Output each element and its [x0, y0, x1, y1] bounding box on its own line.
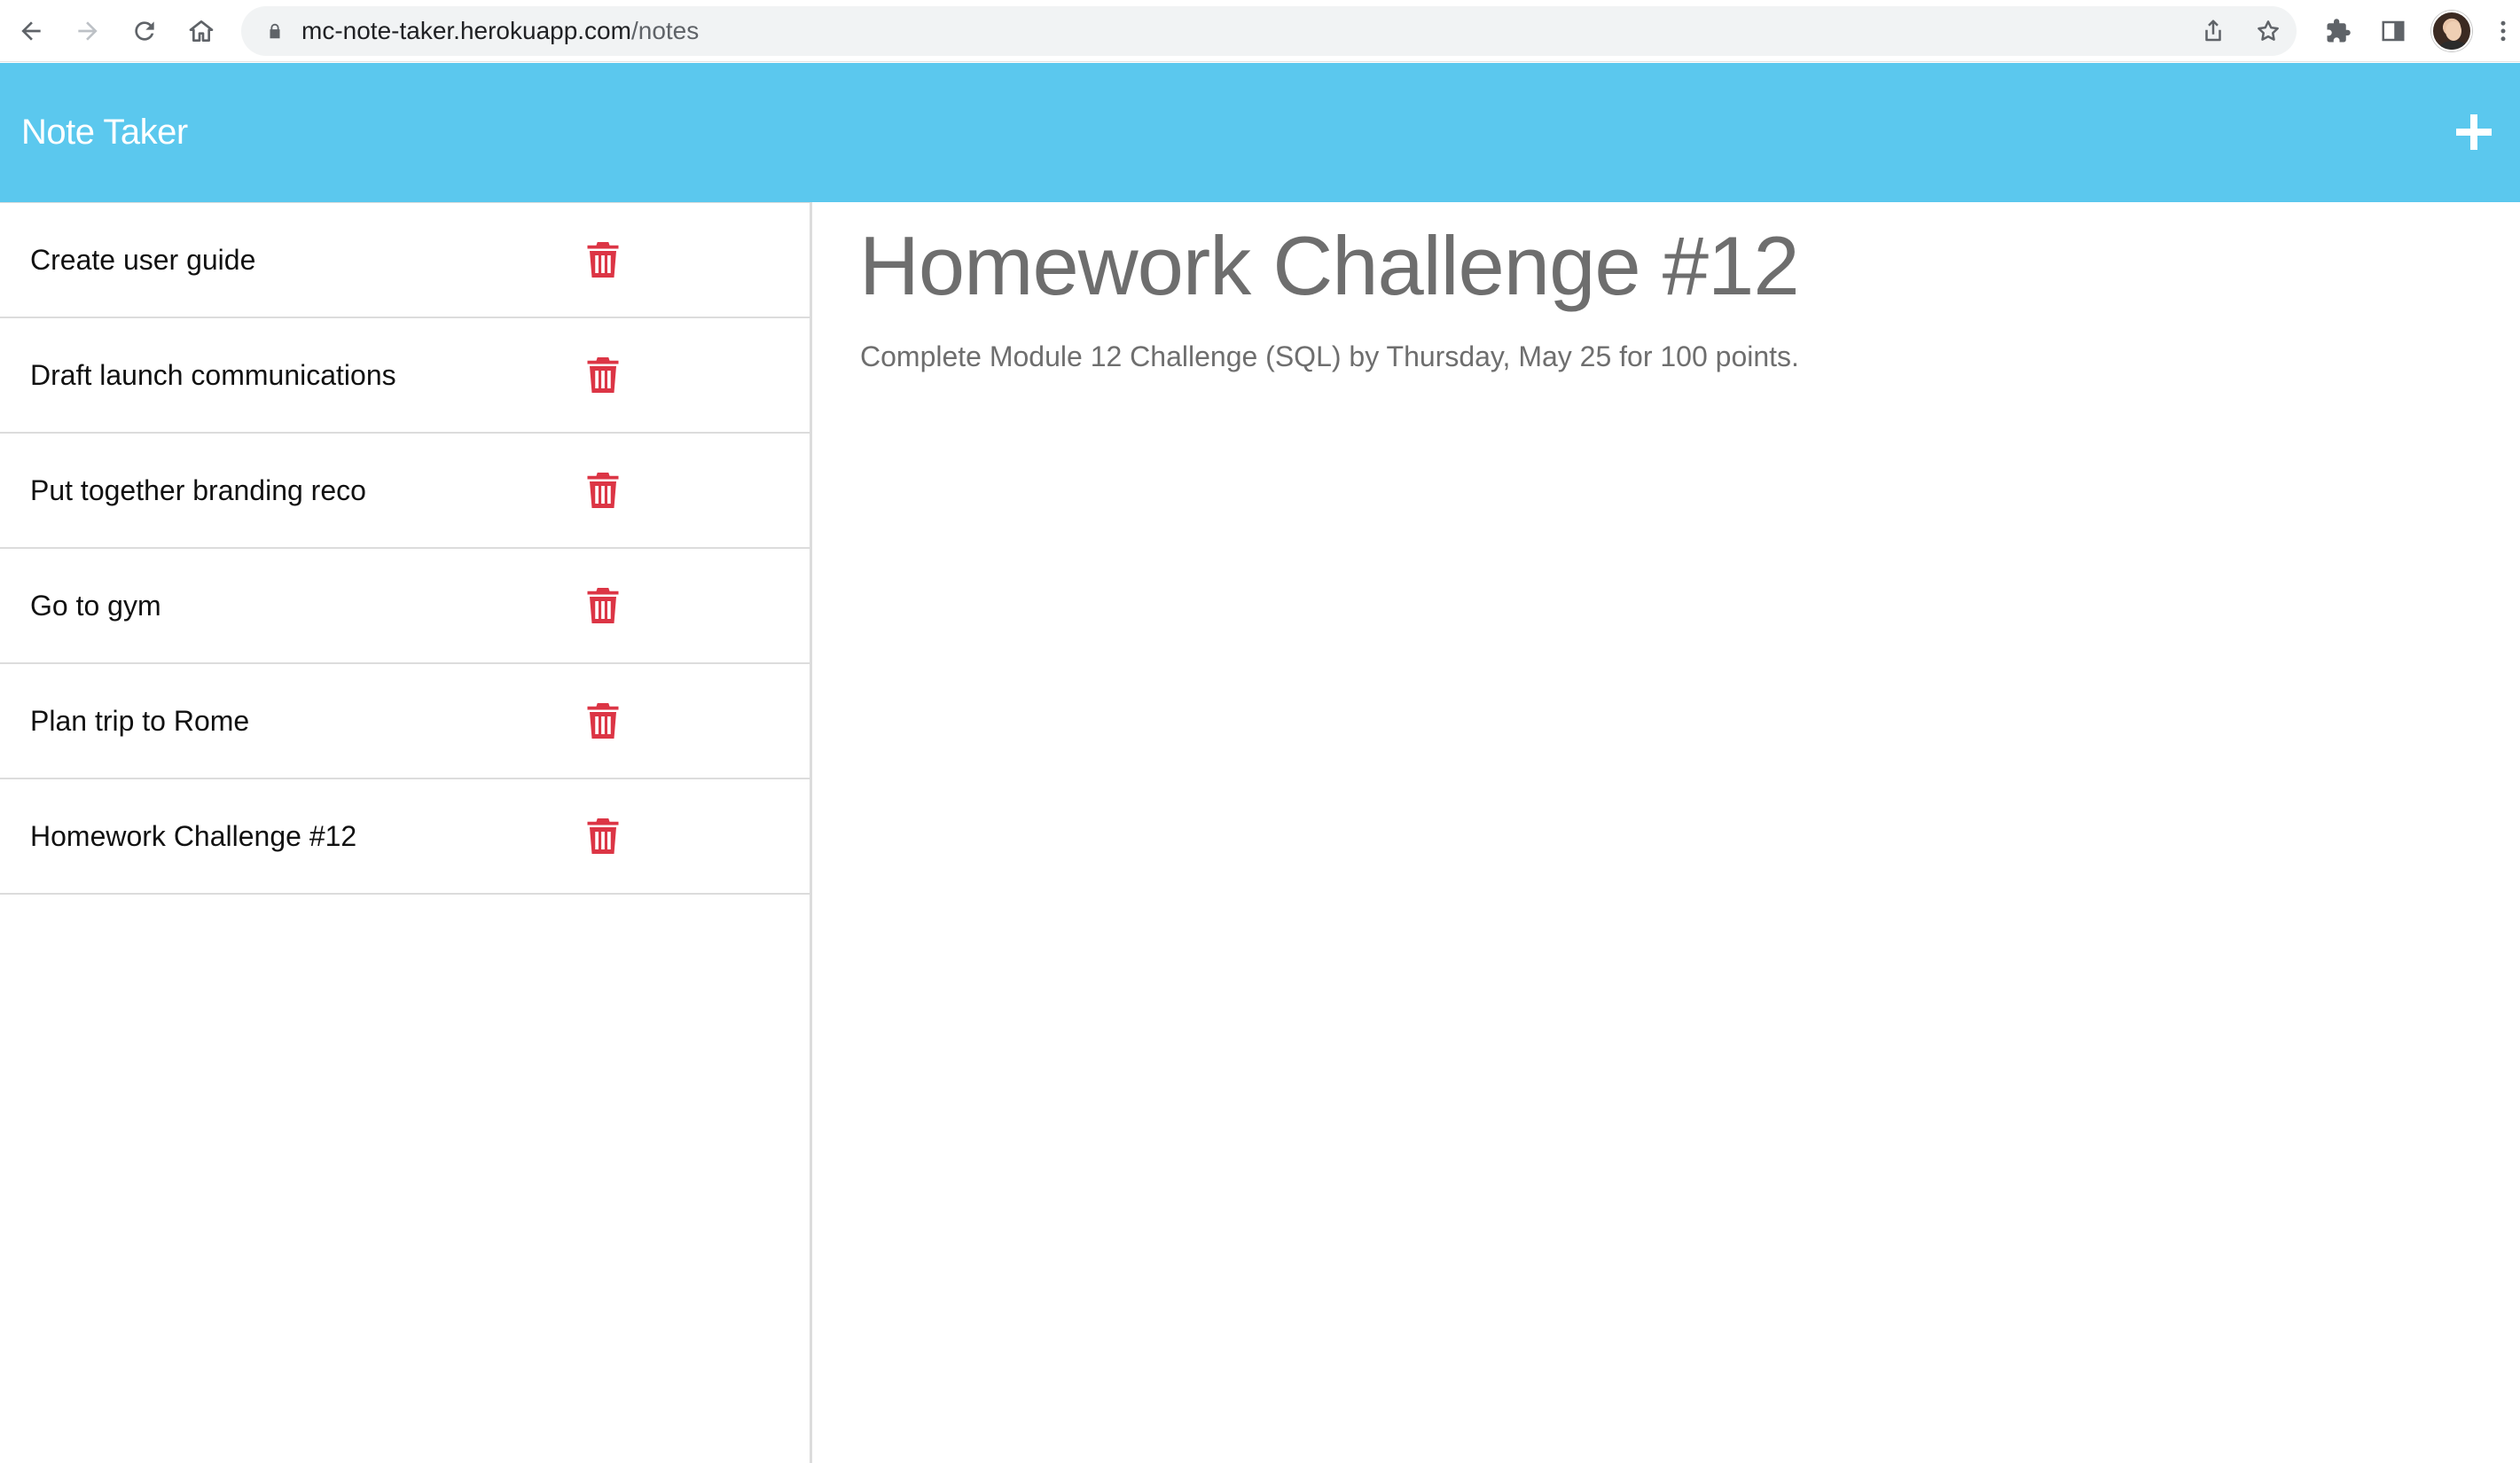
back-arrow-icon[interactable] — [12, 12, 50, 50]
trash-icon[interactable] — [587, 703, 619, 739]
lock-icon[interactable] — [262, 19, 287, 43]
note-list-item[interactable]: Put together branding reco — [0, 434, 810, 549]
plus-icon[interactable] — [2449, 107, 2499, 157]
note-title[interactable]: Put together branding reco — [30, 434, 366, 547]
url-host: mc-note-taker.herokuapp.com — [301, 17, 631, 44]
profile-avatar[interactable] — [2431, 11, 2472, 51]
note-title[interactable]: Go to gym — [30, 549, 161, 662]
reload-icon[interactable] — [126, 12, 163, 50]
trash-icon[interactable] — [587, 473, 619, 508]
note-list-item[interactable]: Create user guide — [0, 203, 810, 318]
trash-icon[interactable] — [587, 357, 619, 393]
url-text[interactable]: mc-note-taker.herokuapp.com/notes — [301, 6, 699, 56]
address-bar[interactable]: mc-note-taker.herokuapp.com/notes — [241, 6, 2297, 56]
note-list-item[interactable]: Draft launch communications — [0, 318, 810, 434]
note-view: Homework Challenge #12 Complete Module 1… — [815, 202, 2520, 1463]
note-title-field[interactable]: Homework Challenge #12 — [859, 218, 1800, 314]
trash-icon[interactable] — [587, 818, 619, 854]
note-list-item[interactable]: Go to gym — [0, 549, 810, 664]
note-list-item[interactable]: Homework Challenge #12 — [0, 779, 810, 895]
star-icon[interactable] — [2252, 15, 2284, 47]
notes-sidebar: Create user guide Draft launch communica… — [0, 202, 812, 1463]
share-icon[interactable] — [2197, 15, 2229, 47]
trash-icon[interactable] — [587, 588, 619, 623]
avatar-shoulders — [2438, 41, 2469, 50]
note-title[interactable]: Plan trip to Rome — [30, 664, 249, 778]
note-text-field[interactable]: Complete Module 12 Challenge (SQL) by Th… — [860, 340, 1799, 373]
note-list-item[interactable]: Plan trip to Rome — [0, 664, 810, 779]
home-icon[interactable] — [183, 12, 220, 50]
puzzle-piece-icon[interactable] — [2320, 12, 2357, 50]
note-title[interactable]: Homework Challenge #12 — [30, 779, 356, 893]
kebab-menu-icon[interactable] — [2490, 12, 2516, 50]
app-header: Note Taker — [0, 63, 2520, 202]
forward-arrow-icon[interactable] — [69, 12, 106, 50]
note-title[interactable]: Draft launch communications — [30, 318, 396, 432]
trash-icon[interactable] — [587, 242, 619, 278]
note-title[interactable]: Create user guide — [30, 203, 255, 317]
url-path: /notes — [630, 17, 700, 44]
app-title[interactable]: Note Taker — [21, 63, 188, 202]
side-panel-icon[interactable] — [2375, 12, 2412, 50]
note-list: Create user guide Draft launch communica… — [0, 202, 810, 895]
browser-toolbar: mc-note-taker.herokuapp.com/notes — [0, 0, 2520, 62]
avatar-face — [2446, 21, 2461, 41]
